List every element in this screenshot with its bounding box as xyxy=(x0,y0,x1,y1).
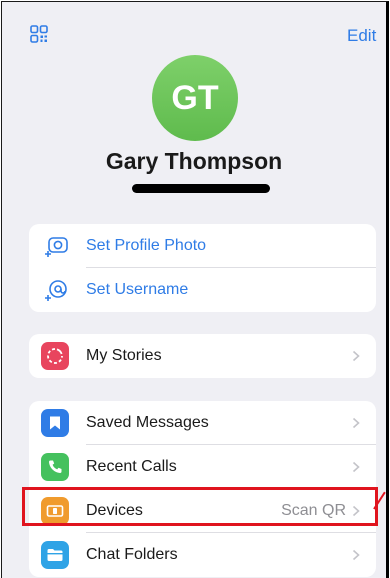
camera-plus-icon xyxy=(42,232,70,260)
stories-group: My Stories xyxy=(29,334,376,378)
set-username-label: Set Username xyxy=(86,281,189,298)
at-plus-icon xyxy=(42,276,70,304)
avatar[interactable]: GT xyxy=(152,55,238,141)
recent-calls-label: Recent Calls xyxy=(86,458,177,475)
set-username-row[interactable]: Set Username xyxy=(29,268,376,312)
profile-name: Gary Thompson xyxy=(105,148,283,174)
bookmark-icon xyxy=(41,409,69,437)
phone-icon xyxy=(41,453,69,481)
qr-code-icon[interactable] xyxy=(30,25,48,43)
edit-button[interactable]: Edit xyxy=(347,26,376,46)
devices-highlight-annotation xyxy=(22,487,378,526)
chat-folders-row[interactable]: Chat Folders xyxy=(29,533,376,577)
redacted-phone-number xyxy=(132,184,270,193)
set-profile-photo-label: Set Profile Photo xyxy=(86,237,207,254)
set-profile-photo-row[interactable]: Set Profile Photo xyxy=(29,224,376,268)
avatar-initials: GT xyxy=(171,78,219,117)
stories-icon xyxy=(41,342,69,370)
chevron-right-icon xyxy=(352,417,360,429)
my-stories-row[interactable]: My Stories xyxy=(29,334,376,378)
saved-messages-label: Saved Messages xyxy=(86,414,209,431)
chat-folders-label: Chat Folders xyxy=(86,546,178,563)
chevron-right-icon xyxy=(352,549,360,561)
chevron-right-icon xyxy=(352,350,360,362)
recent-calls-row[interactable]: Recent Calls xyxy=(29,445,376,489)
profile-actions-group: Set Profile Photo Set Username xyxy=(29,224,376,312)
folder-icon xyxy=(41,541,69,569)
chevron-right-icon xyxy=(352,461,360,473)
saved-messages-row[interactable]: Saved Messages xyxy=(29,401,376,445)
my-stories-label: My Stories xyxy=(86,347,162,364)
